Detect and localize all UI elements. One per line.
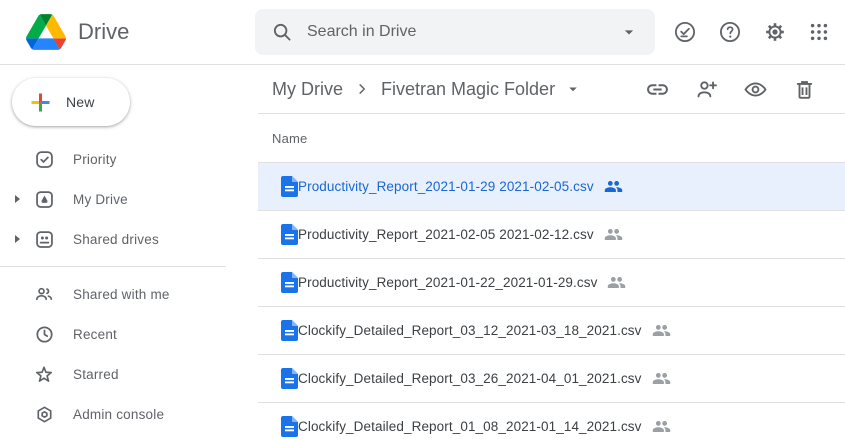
sidebar-item-my-drive[interactable]: My Drive <box>0 179 258 219</box>
my-drive-icon <box>32 189 56 210</box>
shared-with-me-icon <box>32 283 56 305</box>
offline-check-icon <box>673 20 697 44</box>
help-icon <box>718 20 742 44</box>
file-name: Clockify_Detailed_Report_01_08_2021-01_1… <box>298 419 642 434</box>
get-link-button[interactable] <box>645 77 670 102</box>
sidebar-item-label: Admin console <box>73 407 164 422</box>
file-row[interactable]: Clockify_Detailed_Report_03_26_2021-04_0… <box>258 355 845 403</box>
shared-people-icon <box>652 321 671 340</box>
file-row[interactable]: Clockify_Detailed_Report_01_08_2021-01_1… <box>258 403 845 439</box>
shared-people-icon <box>604 177 623 196</box>
admin-console-icon <box>32 404 56 425</box>
sidebar-item-shared-drives[interactable]: Shared drives <box>0 219 258 259</box>
apps-grid-button[interactable] <box>808 21 830 43</box>
breadcrumb-current-folder[interactable]: Fivetran Magic Folder <box>381 79 555 100</box>
google-drive-logo-icon <box>26 14 66 50</box>
drive-search-bar <box>255 9 655 55</box>
csv-file-icon <box>281 416 298 437</box>
app-title: Drive <box>78 19 129 45</box>
shared-people-icon <box>607 273 626 292</box>
settings-button[interactable] <box>763 20 787 44</box>
apps-grid-icon <box>808 21 830 43</box>
shared-people-icon <box>652 417 671 436</box>
file-name: Productivity_Report_2021-01-22_2021-01-2… <box>298 275 597 290</box>
help-button[interactable] <box>718 20 742 44</box>
new-button-label: New <box>66 94 95 110</box>
trash-icon <box>792 77 817 102</box>
app-header: Drive <box>0 0 845 65</box>
search-icon[interactable] <box>271 21 293 43</box>
sidebar-divider <box>0 266 226 267</box>
sidebar-item-label: Recent <box>73 327 117 342</box>
drive-logo[interactable]: Drive <box>0 14 255 50</box>
new-button[interactable]: New <box>12 78 130 126</box>
file-name: Clockify_Detailed_Report_03_12_2021-03_1… <box>298 323 642 338</box>
file-row[interactable]: Productivity_Report_2021-01-22_2021-01-2… <box>258 259 845 307</box>
sidebar-item-starred[interactable]: Starred <box>0 354 258 394</box>
shared-people-icon <box>604 225 623 244</box>
sidebar-item-label: Priority <box>73 152 117 167</box>
sidebar: New Priority <box>0 65 258 439</box>
priority-check-icon <box>32 149 56 170</box>
file-row[interactable]: Clockify_Detailed_Report_03_12_2021-03_1… <box>258 307 845 355</box>
csv-file-icon <box>281 176 298 197</box>
preview-eye-button[interactable] <box>743 77 768 102</box>
toolbar-action-icons <box>645 77 817 102</box>
file-row[interactable]: Productivity_Report_2021-01-29 2021-02-0… <box>258 163 845 211</box>
csv-file-icon <box>281 368 298 389</box>
recent-clock-icon <box>32 324 56 345</box>
add-people-button[interactable] <box>694 77 719 102</box>
file-row[interactable]: Productivity_Report_2021-02-05 2021-02-1… <box>258 211 845 259</box>
star-icon <box>32 363 56 385</box>
delete-button[interactable] <box>792 77 817 102</box>
file-list: Productivity_Report_2021-01-29 2021-02-0… <box>258 163 845 439</box>
person-add-icon <box>694 77 719 102</box>
sidebar-item-admin-console[interactable]: Admin console <box>0 394 258 434</box>
folder-options-caret-icon[interactable] <box>564 80 582 98</box>
breadcrumb: My Drive Fivetran Magic Folder <box>272 79 582 100</box>
file-name: Productivity_Report_2021-02-05 2021-02-1… <box>298 227 594 242</box>
sidebar-item-recent[interactable]: Recent <box>0 314 258 354</box>
csv-file-icon <box>281 272 298 293</box>
sidebar-item-label: Starred <box>73 367 119 382</box>
expand-arrow-icon[interactable] <box>8 235 26 243</box>
folder-toolbar: My Drive Fivetran Magic Folder <box>258 65 845 114</box>
file-name: Clockify_Detailed_Report_03_26_2021-04_0… <box>298 371 642 386</box>
eye-icon <box>743 77 768 102</box>
sidebar-item-label: My Drive <box>73 192 128 207</box>
sidebar-item-shared-with-me[interactable]: Shared with me <box>0 274 258 314</box>
file-name: Productivity_Report_2021-01-29 2021-02-0… <box>298 179 594 194</box>
sidebar-item-label: Shared with me <box>73 287 170 302</box>
main-area: New Priority <box>0 65 845 439</box>
csv-file-icon <box>281 224 298 245</box>
search-input[interactable] <box>307 23 619 41</box>
shared-people-icon <box>652 369 671 388</box>
google-drive-app: Drive <box>0 0 845 439</box>
content-area: My Drive Fivetran Magic Folder <box>258 65 845 439</box>
offline-ready-button[interactable] <box>673 20 697 44</box>
column-header-name[interactable]: Name <box>258 114 845 163</box>
csv-file-icon <box>281 320 298 341</box>
sidebar-nav: Priority My Drive <box>0 139 258 434</box>
sidebar-item-priority[interactable]: Priority <box>0 139 258 179</box>
search-options-caret-icon[interactable] <box>619 22 639 42</box>
chevron-right-icon <box>353 80 371 98</box>
expand-arrow-icon[interactable] <box>8 195 26 203</box>
gear-icon <box>763 20 787 44</box>
sidebar-item-label: Shared drives <box>73 232 159 247</box>
plus-icon <box>27 89 54 116</box>
breadcrumb-my-drive[interactable]: My Drive <box>272 79 343 100</box>
link-icon <box>645 77 670 102</box>
shared-drives-icon <box>32 229 56 250</box>
header-action-icons <box>673 20 845 44</box>
